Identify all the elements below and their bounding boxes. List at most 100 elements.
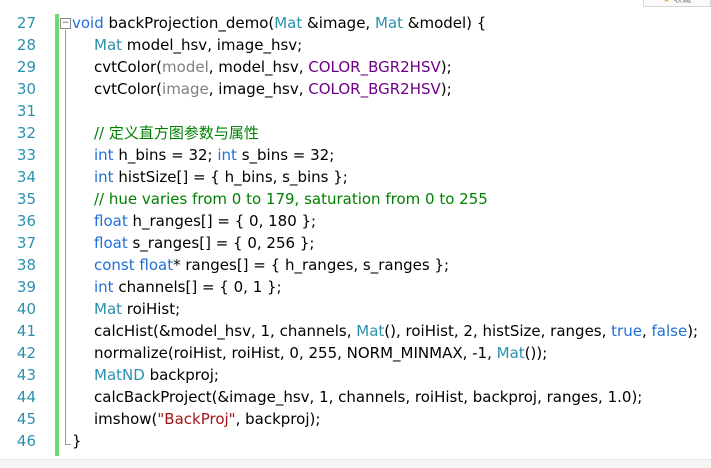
- line-number: 36: [16, 212, 36, 230]
- change-indicator-bar: [55, 14, 59, 456]
- type-name: Mat: [94, 36, 123, 54]
- code-text: );: [440, 58, 452, 76]
- code-text: (), roiHist, 2, histSize, ranges,: [384, 322, 612, 340]
- code-text: roiHist;: [122, 300, 181, 318]
- code-text: }: [72, 432, 82, 450]
- line-number: 32: [16, 124, 36, 142]
- star-icon: ★: [662, 0, 671, 5]
- code-line-40: Mat roiHist;: [72, 298, 180, 320]
- type-name: MatND: [94, 366, 145, 384]
- collapse-icon[interactable]: −: [60, 18, 71, 29]
- code-line-29: cvtColor(model, model_hsv, COLOR_BGR2HSV…: [72, 56, 452, 78]
- code-line-33: int h_bins = 32; int s_bins = 32;: [72, 144, 334, 166]
- macro-name: COLOR_BGR2HSV: [308, 80, 441, 98]
- code-text: h_bins = 32;: [113, 146, 218, 164]
- favorite-button[interactable]: ★ 收藏: [643, 0, 711, 7]
- code-text: backProjection_demo(: [103, 14, 275, 32]
- code-line-34: int histSize[] = { h_bins, s_bins };: [72, 166, 348, 188]
- code-line-45: imshow("BackProj", backproj);: [72, 408, 320, 430]
- line-number: 33: [16, 146, 36, 164]
- line-number: 42: [16, 344, 36, 362]
- code-text: , backproj);: [235, 410, 321, 428]
- code-text: , model_hsv,: [208, 58, 309, 76]
- keyword: int: [217, 146, 237, 164]
- code-line-28: Mat model_hsv, image_hsv;: [72, 34, 302, 56]
- code-line-32: // 定义直方图参数与属性: [72, 122, 259, 144]
- code-text: &image,: [302, 14, 375, 32]
- keyword: true: [611, 322, 642, 340]
- line-number: 43: [16, 366, 36, 384]
- code-text: ,: [641, 322, 652, 340]
- code-line-36: float h_ranges[] = { 0, 180 };: [72, 210, 316, 232]
- code-line-27: void backProjection_demo(Mat &image, Mat…: [72, 12, 486, 34]
- parameter-name: model: [162, 58, 209, 76]
- code-text: imshow(: [94, 410, 158, 428]
- code-text: backproj;: [144, 366, 219, 384]
- favorite-label: 收藏: [673, 0, 692, 5]
- keyword: false: [651, 322, 688, 340]
- code-text: s_ranges[] = { 0, 256 };: [127, 234, 315, 252]
- code-line-42: normalize(roiHist, roiHist, 0, 255, NORM…: [72, 342, 547, 364]
- line-number: 44: [16, 388, 36, 406]
- line-number: 35: [16, 190, 36, 208]
- code-text: );: [687, 322, 699, 340]
- code-line-39: int channels[] = { 0, 1 };: [72, 276, 282, 298]
- parameter-name: image: [162, 80, 209, 98]
- code-text: s_bins = 32;: [236, 146, 335, 164]
- line-number: 28: [16, 36, 36, 54]
- keyword: int: [94, 168, 114, 186]
- keyword: void: [72, 14, 104, 32]
- code-text: &model) {: [403, 14, 487, 32]
- line-number: 30: [16, 80, 36, 98]
- keyword: float: [139, 256, 174, 274]
- code-text: cvtColor(: [94, 58, 163, 76]
- keyword: int: [94, 278, 114, 296]
- type-name: Mat: [94, 300, 123, 318]
- code-text: , image_hsv,: [208, 80, 309, 98]
- code-line-35: // hue varies from 0 to 179, saturation …: [72, 188, 488, 210]
- keyword: float: [94, 212, 128, 230]
- code-text: model_hsv, image_hsv;: [122, 36, 303, 54]
- bottom-border: [0, 459, 711, 468]
- code-line-38: const float* ranges[] = { h_ranges, s_ra…: [72, 254, 449, 276]
- type-name: Mat: [374, 14, 403, 32]
- code-text: normalize(roiHist, roiHist, 0, 255, NORM…: [94, 344, 497, 362]
- line-number: 29: [16, 58, 36, 76]
- code-line-43: MatND backproj;: [72, 364, 219, 386]
- code-line-37: float s_ranges[] = { 0, 256 };: [72, 232, 314, 254]
- line-number: 40: [16, 300, 36, 318]
- code-text: channels[] = { 0, 1 };: [113, 278, 282, 296]
- code-text: calcHist(&model_hsv, 1, channels,: [94, 322, 357, 340]
- code-comment: // 定义直方图参数与属性: [94, 124, 259, 142]
- code-line-46: }: [72, 430, 82, 452]
- line-number: 46: [16, 432, 36, 450]
- line-number: 39: [16, 278, 36, 296]
- line-number: 38: [16, 256, 36, 274]
- code-text: * ranges[] = { h_ranges, s_ranges };: [173, 256, 450, 274]
- fold-guide-line: [65, 30, 66, 444]
- code-text: );: [440, 80, 452, 98]
- string-literal: "BackProj": [157, 410, 236, 428]
- code-text: h_ranges[] = { 0, 180 };: [127, 212, 317, 230]
- type-name: Mat: [496, 344, 525, 362]
- keyword: int: [94, 146, 114, 164]
- line-number: 34: [16, 168, 36, 186]
- line-number: 41: [16, 322, 36, 340]
- code-text: histSize[] = { h_bins, s_bins };: [113, 168, 348, 186]
- fold-guide-end: [65, 444, 71, 445]
- code-text: ());: [524, 344, 548, 362]
- keyword: float: [94, 234, 128, 252]
- code-comment: // hue varies from 0 to 179, saturation …: [94, 190, 488, 208]
- code-editor[interactable]: 27 28 29 30 31 32 33 34 35 36 37 38 39 4…: [0, 8, 711, 460]
- line-number-gutter: 27 28 29 30 31 32 33 34 35 36 37 38 39 4…: [0, 8, 40, 460]
- macro-name: COLOR_BGR2HSV: [308, 58, 441, 76]
- line-number: 27: [16, 14, 36, 32]
- line-number: 45: [16, 410, 36, 428]
- code-line-30: cvtColor(image, image_hsv, COLOR_BGR2HSV…: [72, 78, 452, 100]
- code-line-41: calcHist(&model_hsv, 1, channels, Mat(),…: [72, 320, 698, 342]
- code-text: calcBackProject(&image_hsv, 1, channels,…: [94, 388, 643, 406]
- code-line-44: calcBackProject(&image_hsv, 1, channels,…: [72, 386, 642, 408]
- keyword: const: [94, 256, 135, 274]
- line-number: 31: [16, 102, 36, 120]
- code-text: cvtColor(: [94, 80, 163, 98]
